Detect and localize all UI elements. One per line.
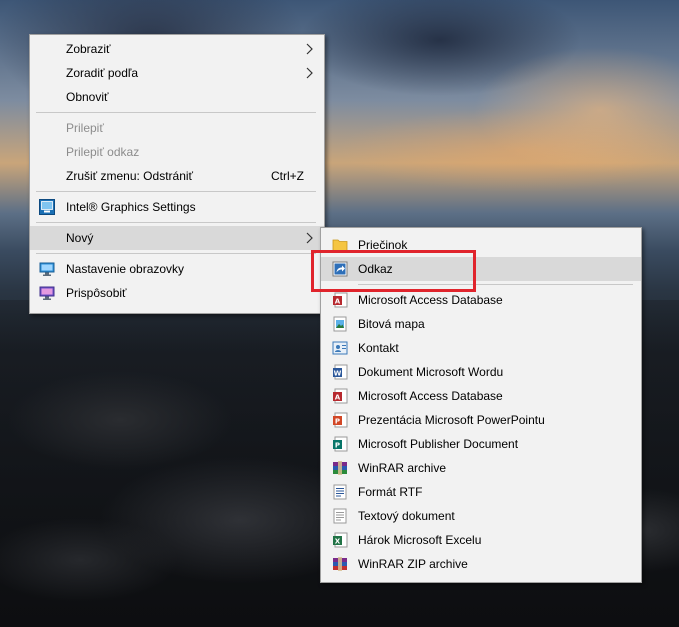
menu-item-label: Microsoft Access Database bbox=[358, 389, 503, 403]
submenu-item-text-document[interactable]: Textový dokument bbox=[321, 504, 641, 528]
menu-separator bbox=[36, 191, 316, 192]
menu-item-label: Hárok Microsoft Excelu bbox=[358, 533, 482, 547]
chevron-right-icon bbox=[306, 43, 313, 55]
submenu-item-winrar[interactable]: WinRAR archive bbox=[321, 456, 641, 480]
menu-item-label: Prezentácia Microsoft PowerPointu bbox=[358, 413, 545, 427]
menu-item-label: Bitová mapa bbox=[358, 317, 425, 331]
menu-item-label: Prilepiť odkaz bbox=[66, 145, 140, 159]
winrar-icon bbox=[333, 461, 347, 475]
menu-item-label: Nastavenie obrazovky bbox=[66, 262, 185, 276]
svg-text:A: A bbox=[335, 298, 341, 306]
menu-item-label: Obnoviť bbox=[66, 90, 109, 104]
menu-item-view[interactable]: Zobraziť bbox=[30, 37, 324, 61]
menu-separator bbox=[36, 222, 316, 223]
menu-item-label: Dokument Microsoft Wordu bbox=[358, 365, 504, 379]
svg-text:P: P bbox=[335, 418, 340, 426]
menu-item-display-settings[interactable]: Nastavenie obrazovky bbox=[30, 257, 324, 281]
menu-item-label: Zobraziť bbox=[66, 42, 111, 56]
menu-item-label: Intel® Graphics Settings bbox=[66, 200, 196, 214]
menu-item-label: Microsoft Access Database bbox=[358, 293, 503, 307]
menu-item-label: Formát RTF bbox=[358, 485, 423, 499]
intel-graphics-icon bbox=[39, 199, 55, 215]
svg-text:X: X bbox=[335, 538, 341, 546]
excel-icon: X bbox=[333, 532, 348, 548]
powerpoint-icon: P bbox=[333, 412, 348, 428]
menu-item-label: WinRAR archive bbox=[358, 461, 447, 475]
personalize-icon bbox=[39, 286, 55, 300]
menu-item-intel-graphics[interactable]: Intel® Graphics Settings bbox=[30, 195, 324, 219]
annotation-highlight-box bbox=[311, 250, 476, 292]
menu-item-label: Kontakt bbox=[358, 341, 399, 355]
menu-item-new[interactable]: Nový bbox=[30, 226, 324, 250]
rtf-icon bbox=[333, 484, 347, 500]
menu-item-label: Nový bbox=[66, 231, 94, 245]
text-document-icon bbox=[333, 508, 347, 524]
menu-item-label: Prispôsobiť bbox=[66, 286, 127, 300]
menu-item-label: Prilepiť bbox=[66, 121, 104, 135]
submenu-item-access-database-2[interactable]: A Microsoft Access Database bbox=[321, 384, 641, 408]
menu-item-label: Textový dokument bbox=[358, 509, 455, 523]
desktop-context-menu: Zobraziť Zoradiť podľa Obnoviť Prilepiť … bbox=[29, 34, 325, 314]
submenu-item-word-document[interactable]: W Dokument Microsoft Wordu bbox=[321, 360, 641, 384]
menu-item-undo-delete[interactable]: Zrušiť zmenu: Odstrániť Ctrl+Z bbox=[30, 164, 324, 188]
access-icon: A bbox=[333, 292, 348, 308]
menu-item-label: Microsoft Publisher Document bbox=[358, 437, 519, 451]
menu-item-refresh[interactable]: Obnoviť bbox=[30, 85, 324, 109]
submenu-item-contact[interactable]: Kontakt bbox=[321, 336, 641, 360]
menu-item-shortcut: Ctrl+Z bbox=[271, 169, 304, 183]
submenu-item-winrar-zip[interactable]: WinRAR ZIP archive bbox=[321, 552, 641, 576]
svg-text:A: A bbox=[335, 394, 341, 402]
menu-item-paste-shortcut[interactable]: Prilepiť odkaz bbox=[30, 140, 324, 164]
bitmap-icon bbox=[333, 316, 347, 332]
menu-item-sort-by[interactable]: Zoradiť podľa bbox=[30, 61, 324, 85]
winrar-zip-icon bbox=[333, 557, 347, 571]
menu-separator bbox=[36, 253, 316, 254]
submenu-item-bitmap[interactable]: Bitová mapa bbox=[321, 312, 641, 336]
menu-item-personalize[interactable]: Prispôsobiť bbox=[30, 281, 324, 305]
menu-separator bbox=[36, 112, 316, 113]
word-icon: W bbox=[333, 364, 348, 380]
submenu-item-publisher[interactable]: P Microsoft Publisher Document bbox=[321, 432, 641, 456]
contact-icon bbox=[332, 341, 348, 355]
publisher-icon: P bbox=[333, 436, 348, 452]
chevron-right-icon bbox=[306, 67, 313, 79]
menu-item-label: Zrušiť zmenu: Odstrániť bbox=[66, 169, 194, 183]
menu-item-paste[interactable]: Prilepiť bbox=[30, 116, 324, 140]
svg-text:W: W bbox=[334, 370, 342, 378]
access-icon: A bbox=[333, 388, 348, 404]
menu-item-label: Zoradiť podľa bbox=[66, 66, 139, 80]
chevron-right-icon bbox=[306, 232, 313, 244]
submenu-item-powerpoint[interactable]: P Prezentácia Microsoft PowerPointu bbox=[321, 408, 641, 432]
svg-text:P: P bbox=[335, 442, 340, 450]
submenu-item-excel[interactable]: X Hárok Microsoft Excelu bbox=[321, 528, 641, 552]
menu-item-label: WinRAR ZIP archive bbox=[358, 557, 468, 571]
display-settings-icon bbox=[39, 262, 55, 276]
submenu-item-rtf[interactable]: Formát RTF bbox=[321, 480, 641, 504]
